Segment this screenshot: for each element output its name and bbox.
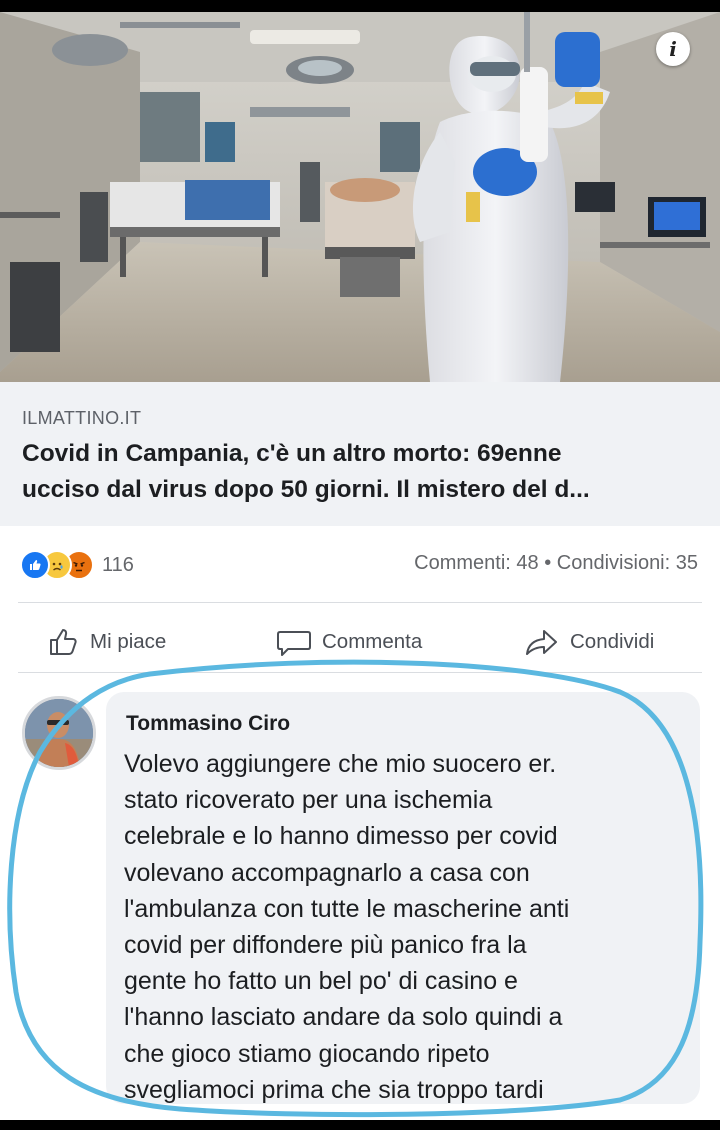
separator-dot: • — [544, 552, 552, 574]
comment-line: stato ricoverato per una ischemia — [124, 786, 493, 815]
reaction-count: 116 — [102, 553, 134, 576]
share-label: Condividi — [570, 630, 655, 653]
link-headline[interactable]: Covid in Campania, c'è un altro morto: 6… — [22, 436, 712, 508]
comment-line: celebrale e lo hanno dimesso per covid — [124, 822, 558, 851]
headline-line: Covid in Campania, c'è un altro morto: 6… — [22, 440, 562, 467]
comment-icon — [277, 631, 311, 656]
profile-photo — [25, 699, 93, 767]
hospital-ward-photo — [0, 12, 720, 382]
comment-label: Commenta — [322, 630, 423, 653]
like-button[interactable]: Mi piace — [48, 612, 166, 672]
share-arrow-icon — [526, 630, 557, 655]
comment-line: che gioco stiamo giocando ripeto — [124, 1039, 490, 1068]
thumbs-up-icon — [50, 629, 77, 655]
comment-line: svegliamoci prima che sia troppo tardi — [124, 1075, 544, 1104]
comment-line: l'ambulanza con tutte le mascherine anti — [124, 894, 570, 923]
comment-line: l'hanno lasciato andare da solo quindi a — [124, 1003, 563, 1032]
like-label: Mi piace — [90, 630, 167, 653]
comment-line: Volevo aggiungere che mio suocero er. — [124, 750, 557, 778]
info-icon[interactable]: i — [656, 32, 690, 66]
shares-count[interactable]: Condivisioni: 35 — [557, 552, 698, 574]
headline-line: ucciso dal virus dopo 50 giorni. Il mist… — [22, 476, 590, 503]
comments-count[interactable]: Commenti: 48 — [414, 552, 539, 574]
post-card: i ILMATTINO.IT Covid in Campania, c'è un… — [0, 12, 720, 1120]
link-source: ILMATTINO.IT — [22, 408, 142, 428]
share-button[interactable]: Condividi — [524, 612, 654, 672]
comment-line: volevano accompagnarlo a casa con — [124, 858, 530, 887]
comment-author[interactable]: Tommasino Ciro — [126, 712, 290, 736]
avatar[interactable] — [22, 696, 96, 770]
link-preview[interactable]: ILMATTINO.IT Covid in Campania, c'è un a… — [0, 382, 720, 526]
divider — [18, 602, 702, 603]
action-bar: Mi piace Commenta Condividi — [0, 612, 720, 672]
comment-line: gente ho fatto un bel po' di casino e — [124, 967, 518, 996]
comment-line: covid per diffondere più panico fra la — [124, 931, 527, 960]
article-image[interactable]: i — [0, 12, 720, 382]
comment-bubble[interactable]: Tommasino Ciro Volevo aggiungere che mio… — [106, 692, 700, 1104]
engagement-counts: Commenti: 48 • Condivisioni: 35 — [414, 552, 698, 575]
divider — [18, 672, 702, 673]
reactions-summary[interactable]: 116 — [20, 550, 134, 580]
comment-text: Volevo aggiungere che mio suocero er. sta… — [124, 746, 692, 1108]
comment-button[interactable]: Commenta — [276, 612, 422, 672]
like-icon — [20, 550, 50, 580]
